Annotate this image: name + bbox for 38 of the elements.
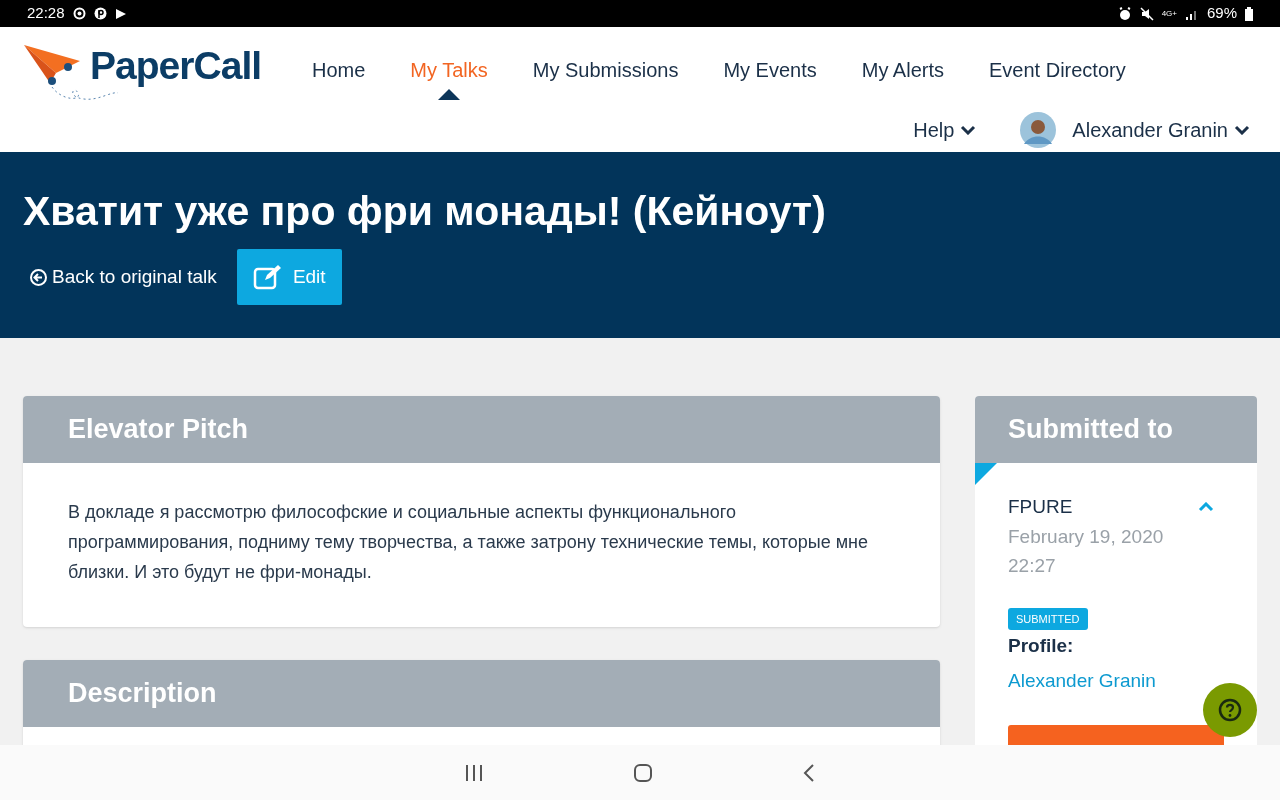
back-icon[interactable]: [803, 763, 815, 782]
section-heading: Elevator Pitch: [68, 413, 249, 447]
user-menu[interactable]: Alexander Granin: [1072, 115, 1250, 145]
help-menu[interactable]: Help: [913, 115, 977, 145]
submission-date: February 19, 2020: [1008, 524, 1165, 549]
nav-link[interactable]: Home: [312, 58, 366, 81]
active-tab-indicator: [438, 88, 461, 100]
network-type: 4G+: [1161, 9, 1177, 18]
battery-icon: [1245, 6, 1253, 21]
nav-link[interactable]: My Events: [723, 58, 817, 81]
section-heading: Description: [68, 677, 217, 711]
chevron-down-icon: [960, 125, 977, 135]
play-icon: [114, 7, 127, 20]
mute-icon: [1139, 6, 1154, 21]
section-heading: Submitted to: [1008, 413, 1173, 447]
home-icon[interactable]: [633, 762, 653, 783]
nav-link[interactable]: My Alerts: [861, 58, 944, 81]
clock-time: 22:28: [27, 3, 65, 24]
status-badge: SUBMITTED: [1008, 607, 1088, 630]
back-link[interactable]: Back to original talk: [30, 263, 217, 292]
battery-level: 69%: [1206, 3, 1237, 24]
question-icon: [1218, 698, 1242, 722]
edit-icon: [252, 264, 283, 291]
corner-marker: [975, 463, 997, 485]
alarm-icon: [1117, 6, 1132, 21]
recent-apps-icon[interactable]: [465, 764, 483, 781]
section-text: В докладе я рассмотрю философские и социальные аспекты функционального программирования, подниму тему творчества, а также затрону технические темы, которые мне близки. И это будут не фри-монады.: [67, 501, 870, 584]
profile-label: Profile:: [1008, 634, 1075, 658]
submission-time: 22:27: [1008, 553, 1057, 578]
nav-link[interactable]: My Submissions: [532, 58, 679, 81]
event-name[interactable]: FPURE: [1008, 493, 1073, 522]
notification-icon: [72, 7, 86, 20]
chevron-down-icon: [1234, 125, 1250, 135]
logo-wordmark[interactable]: PaperCall: [90, 37, 262, 96]
avatar[interactable]: [1020, 112, 1057, 148]
nav-link[interactable]: Event Directory: [989, 58, 1126, 81]
notification-icon: [93, 7, 107, 20]
talk-title: Хватит уже про фри монады! (Кейноут): [23, 187, 827, 236]
